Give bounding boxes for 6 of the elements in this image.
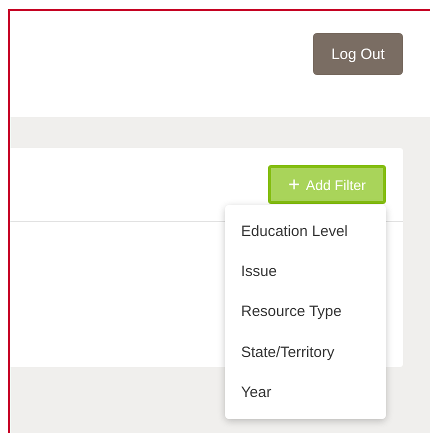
menu-item[interactable]: Issue [225, 251, 386, 292]
menu-item[interactable]: State/Territory [225, 332, 386, 373]
logout-button[interactable]: Log Out [313, 33, 403, 75]
menu-item[interactable]: Year [225, 372, 386, 413]
menu-item[interactable]: Resource Type [225, 292, 386, 332]
menu-item[interactable]: Education Level [225, 211, 386, 252]
